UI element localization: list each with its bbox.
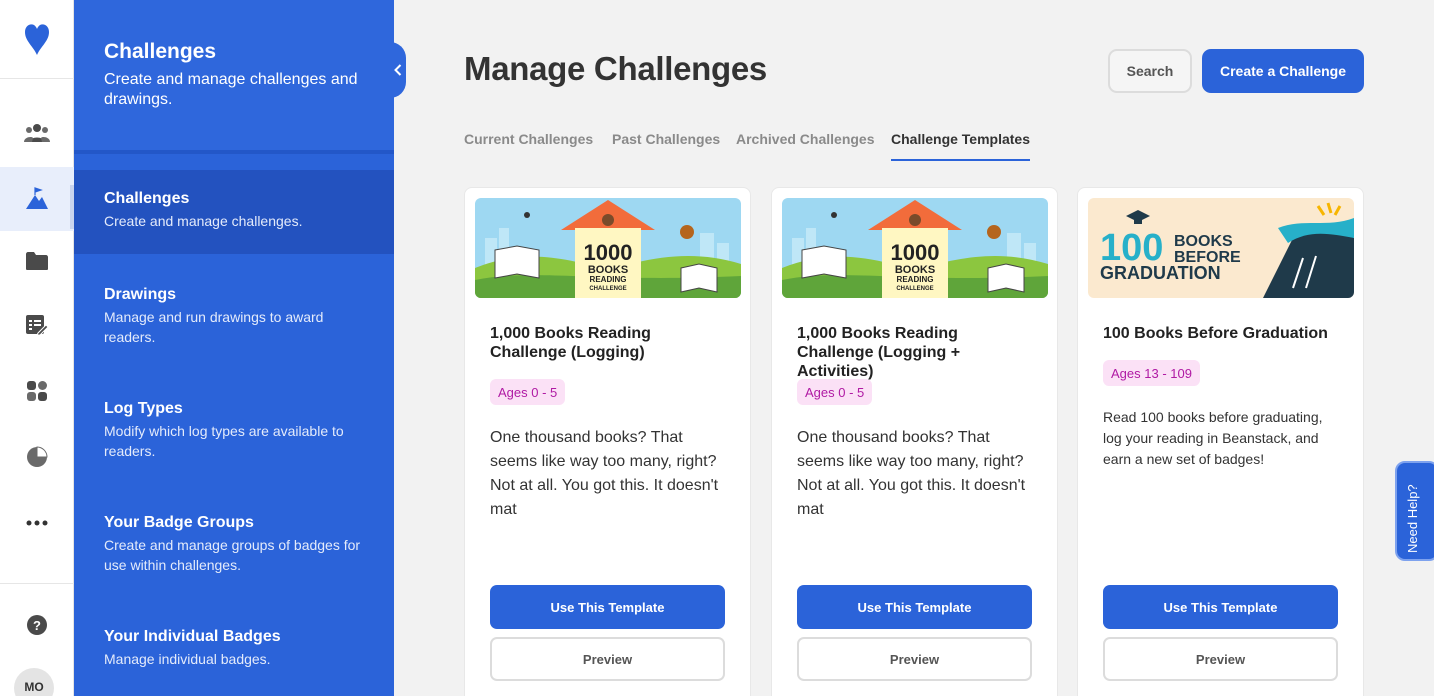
subnav-item-drawings[interactable]: Drawings Manage and run drawings to awar… [74, 286, 394, 347]
template-description: Read 100 books before graduating, log yo… [1103, 409, 1323, 467]
banner-word: BOOKS [1174, 233, 1233, 250]
subnav-item-desc: Manage individual badges. [104, 651, 271, 667]
rail-item-files[interactable] [0, 229, 74, 293]
subnav-item-log-types[interactable]: Log Types Modify which log types are ava… [74, 400, 394, 461]
rail-item-more[interactable] [0, 491, 74, 555]
template-title: 1,000 Books Reading Challenge (Logging +… [797, 325, 961, 380]
icon-rail: ? MO [0, 0, 75, 696]
folder-icon [26, 252, 48, 270]
preview-button[interactable]: Preview [490, 637, 725, 681]
banner-word: CHALLENGE [896, 286, 933, 292]
rail-item-reports[interactable] [0, 293, 74, 357]
template-card: 1000 BOOKS READING CHALLENGE 1,000 Books… [464, 187, 751, 696]
use-template-button[interactable]: Use This Template [797, 585, 1032, 629]
tab-past-challenges[interactable]: Past Challenges [612, 131, 720, 161]
svg-text:?: ? [33, 618, 41, 633]
subnav-item-desc: Manage and run drawings to award readers… [104, 309, 324, 345]
subnav-title: Challenges [104, 40, 217, 63]
search-button[interactable]: Search [1108, 49, 1192, 93]
rail-item-help[interactable]: ? [0, 593, 74, 657]
page-title: Manage Challenges [464, 50, 767, 87]
subnav-item-individual-badges[interactable]: Your Individual Badges Manage individual… [74, 628, 394, 669]
age-range-badge: Ages 0 - 5 [490, 379, 566, 405]
template-banner-image: 1000 BOOKS READING CHALLENGE [782, 198, 1048, 298]
list-edit-icon [26, 315, 49, 336]
template-banner-image: 100 BOOKS BEFORE GRADUATION [1088, 198, 1354, 298]
challenges-subnav: Challenges Create and manage challenges … [74, 0, 394, 696]
subnav-item-title: Log Types [104, 400, 183, 417]
rail-item-analytics[interactable] [0, 425, 74, 489]
banner-word: GRADUATION [1100, 263, 1221, 283]
preview-button[interactable]: Preview [797, 637, 1032, 681]
help-icon: ? [27, 615, 47, 635]
rail-item-people[interactable] [0, 101, 74, 165]
banner-number: 1000 [584, 240, 633, 265]
collapse-subnav-button[interactable] [390, 42, 406, 98]
rail-item-apps[interactable] [0, 359, 74, 423]
template-banner-image: 1000 BOOKS READING CHALLENGE [475, 198, 741, 298]
banner-word: READING [897, 275, 934, 284]
template-card: 1000 BOOKS READING CHALLENGE 1,000 Books… [771, 187, 1058, 696]
tab-current-challenges[interactable]: Current Challenges [464, 131, 593, 161]
subnav-item-desc: Modify which log types are available to … [104, 423, 344, 459]
use-template-button[interactable]: Use This Template [490, 585, 725, 629]
use-template-button[interactable]: Use This Template [1103, 585, 1338, 629]
avatar[interactable]: MO [14, 668, 54, 696]
template-description: One thousand books? That seems like way … [797, 429, 1026, 518]
banner-number: 1000 [891, 240, 940, 265]
age-range-badge: Ages 0 - 5 [797, 379, 873, 405]
people-icon [24, 124, 50, 142]
preview-button[interactable]: Preview [1103, 637, 1338, 681]
template-card: 100 BOOKS BEFORE GRADUATION 100 Books Be… [1077, 187, 1364, 696]
rail-divider [0, 583, 74, 584]
create-challenge-button[interactable]: Create a Challenge [1202, 49, 1364, 93]
age-range-badge: Ages 13 - 109 [1103, 360, 1200, 386]
template-title: 100 Books Before Graduation [1103, 325, 1328, 342]
rail-item-challenges[interactable] [0, 167, 75, 231]
logo-heart-icon [25, 24, 49, 55]
need-help-button[interactable]: Need Help? [1395, 461, 1434, 561]
need-help-label: Need Help? [1405, 484, 1420, 553]
more-icon [26, 520, 48, 526]
subnav-item-title: Your Badge Groups [104, 514, 254, 531]
template-title: 1,000 Books Reading Challenge (Logging) [490, 325, 651, 361]
chevron-left-icon [394, 64, 402, 76]
subnav-item-badge-groups[interactable]: Your Badge Groups Create and manage grou… [74, 514, 394, 575]
subnav-item-challenges[interactable]: Challenges Create and manage challenges. [74, 170, 394, 254]
challenges-mountain-icon [26, 187, 48, 209]
pie-chart-icon [27, 446, 48, 467]
banner-word: CHALLENGE [589, 286, 626, 292]
subnav-header: Challenges Create and manage challenges … [74, 0, 394, 154]
subnav-item-title: Drawings [104, 286, 177, 303]
subnav-item-title: Challenges [104, 190, 190, 207]
tab-archived-challenges[interactable]: Archived Challenges [736, 131, 875, 161]
banner-word: READING [590, 275, 627, 284]
subnav-item-title: Your Individual Badges [104, 628, 281, 645]
grid-icon [27, 381, 47, 401]
subnav-subtitle: Create and manage challenges and drawing… [104, 71, 358, 108]
subnav-item-desc: Create and manage groups of badges for u… [104, 537, 361, 573]
tab-challenge-templates[interactable]: Challenge Templates [891, 131, 1031, 161]
logo[interactable] [0, 0, 74, 79]
template-description: One thousand books? That seems like way … [490, 429, 719, 518]
subnav-item-desc: Create and manage challenges. [104, 213, 303, 229]
